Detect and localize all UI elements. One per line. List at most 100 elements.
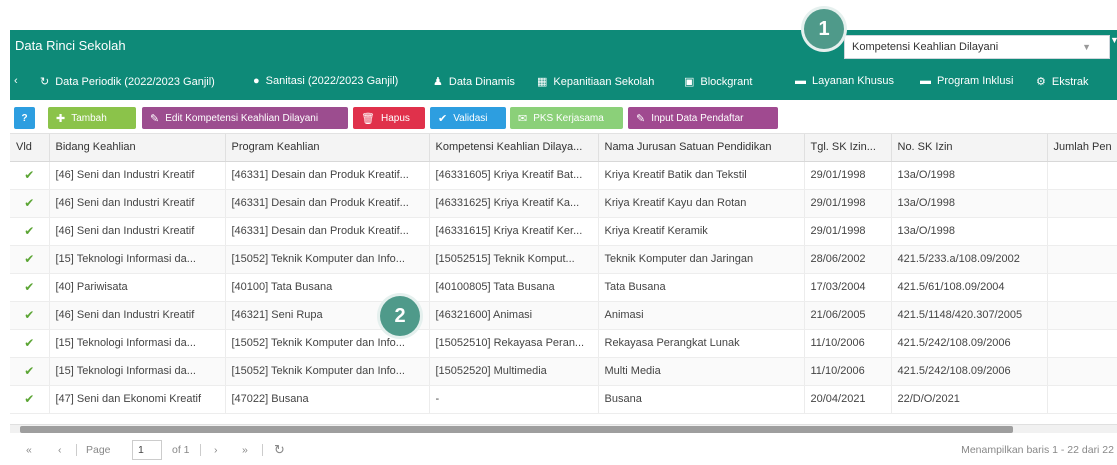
tab-program-inklusi[interactable]: ▬ Program Inklusi bbox=[920, 75, 1013, 87]
main-window: Data Rinci Sekolah Kompetensi Keahlian D… bbox=[10, 30, 1117, 465]
table-row[interactable]: ✔ [15] Teknologi Informasi da... [15052]… bbox=[10, 329, 1117, 358]
cell-tgl-sk: 21/06/2005 bbox=[804, 301, 892, 330]
tab-ekstrakurikuler[interactable]: ⚙ Ekstrak bbox=[1036, 75, 1089, 89]
cell-kompetensi: - bbox=[429, 385, 599, 414]
column-header-jumlah-pendaftar[interactable]: Jumlah Pen bbox=[1047, 134, 1117, 162]
tab-blockgrant[interactable]: ▣ Blockgrant bbox=[684, 75, 752, 89]
column-header-tgl-sk-izin[interactable]: Tgl. SK Izin... bbox=[804, 134, 892, 162]
cell-jumlah bbox=[1047, 357, 1117, 386]
table-row[interactable]: ✔ [40] Pariwisata [40100] Tata Busana [4… bbox=[10, 273, 1117, 302]
tab-layanan-khusus[interactable]: ▬ Layanan Khusus bbox=[795, 75, 894, 87]
valid-check-icon: ✔ bbox=[10, 217, 50, 246]
table-row[interactable]: ✔ [46] Seni dan Industri Kreatif [46331]… bbox=[10, 189, 1117, 218]
tab-data-periodik[interactable]: ↻ Data Periodik (2022/2023 Ganjil) bbox=[40, 75, 215, 89]
column-header-no-sk-izin[interactable]: No. SK Izin bbox=[891, 134, 1048, 162]
cell-jumlah bbox=[1047, 245, 1117, 274]
cell-kompetensi: [15052515] Teknik Komput... bbox=[429, 245, 599, 274]
cell-no-sk: 13a/O/1998 bbox=[891, 217, 1048, 246]
divider bbox=[262, 444, 263, 456]
delete-label: Hapus bbox=[380, 112, 410, 124]
table-row[interactable]: ✔ [46] Seni dan Industri Kreatif [46321]… bbox=[10, 301, 1117, 330]
cell-nama-jurusan: Busana bbox=[598, 385, 805, 414]
cell-no-sk: 421.5/61/108.09/2004 bbox=[891, 273, 1048, 302]
column-header-program-keahlian[interactable]: Program Keahlian bbox=[225, 134, 430, 162]
cell-bidang: [46] Seni dan Industri Kreatif bbox=[49, 217, 226, 246]
tab-scroll-left-icon[interactable]: ‹ bbox=[14, 75, 18, 87]
add-button[interactable]: ✚ Tambah bbox=[48, 107, 136, 129]
delete-button[interactable]: 🗑 Hapus bbox=[353, 107, 425, 129]
help-label: ? bbox=[21, 112, 28, 124]
valid-check-icon: ✔ bbox=[10, 329, 50, 358]
previous-page-icon[interactable]: ‹ bbox=[58, 444, 62, 456]
pencil-icon: ✎ bbox=[636, 112, 646, 125]
valid-check-icon: ✔ bbox=[10, 357, 50, 386]
cell-kompetensi: [15052520] Multimedia bbox=[429, 357, 599, 386]
section-select[interactable]: Kompetensi Keahlian Dilayani ▼ bbox=[844, 35, 1110, 59]
window-title: Data Rinci Sekolah bbox=[15, 38, 126, 53]
cell-nama-jurusan: Kriya Kreatif Keramik bbox=[598, 217, 805, 246]
column-header-vld[interactable]: Vld bbox=[10, 134, 50, 162]
cell-program: [15052] Teknik Komputer dan Info... bbox=[225, 357, 430, 386]
validate-button[interactable]: ✔ Validasi bbox=[430, 107, 506, 129]
table-row[interactable]: ✔ [46] Seni dan Industri Kreatif [46331]… bbox=[10, 161, 1117, 190]
cell-kompetensi: [46331615] Kriya Kreatif Ker... bbox=[429, 217, 599, 246]
valid-check-icon: ✔ bbox=[10, 245, 50, 274]
scrollbar-thumb[interactable] bbox=[20, 426, 1013, 433]
edit-label: Edit Kompetensi Keahlian Dilayani bbox=[165, 112, 319, 124]
help-button[interactable]: ? bbox=[14, 107, 35, 129]
valid-check-icon: ✔ bbox=[10, 161, 50, 190]
last-page-icon[interactable]: » bbox=[242, 444, 248, 456]
table-row[interactable]: ✔ [46] Seni dan Industri Kreatif [46331]… bbox=[10, 217, 1117, 246]
chevron-down-icon[interactable]: ▼ bbox=[1082, 42, 1091, 52]
cell-kompetensi: [46331605] Kriya Kreatif Bat... bbox=[429, 161, 599, 190]
cell-jumlah bbox=[1047, 273, 1117, 302]
horizontal-scrollbar[interactable] bbox=[10, 424, 1117, 433]
cell-nama-jurusan: Teknik Komputer dan Jaringan bbox=[598, 245, 805, 274]
dropdown-trigger-icon[interactable]: ▼ bbox=[1110, 35, 1117, 59]
cell-nama-jurusan: Animasi bbox=[598, 301, 805, 330]
column-header-bidang-keahlian[interactable]: Bidang Keahlian bbox=[49, 134, 226, 162]
section-select-value: Kompetensi Keahlian Dilayani bbox=[852, 41, 999, 53]
validate-label: Validasi bbox=[453, 112, 488, 124]
table-row[interactable]: ✔ [15] Teknologi Informasi da... [15052]… bbox=[10, 357, 1117, 386]
tab-kepanitiaan-sekolah[interactable]: ▦ Kepanitiaan Sekolah bbox=[537, 75, 654, 89]
trash-icon: 🗑 bbox=[361, 112, 375, 125]
cell-jumlah bbox=[1047, 217, 1117, 246]
cell-tgl-sk: 28/06/2002 bbox=[804, 245, 892, 274]
table-row[interactable]: ✔ [47] Seni dan Ekonomi Kreatif [47022] … bbox=[10, 385, 1117, 414]
table-row[interactable]: ✔ [15] Teknologi Informasi da... [15052]… bbox=[10, 245, 1117, 274]
edit-button[interactable]: ✎ Edit Kompetensi Keahlian Dilayani bbox=[142, 107, 348, 129]
cell-no-sk: 421.5/242/108.09/2006 bbox=[891, 357, 1048, 386]
cell-bidang: [40] Pariwisata bbox=[49, 273, 226, 302]
refresh-icon[interactable]: ↻ bbox=[274, 442, 285, 458]
cell-bidang: [15] Teknologi Informasi da... bbox=[49, 329, 226, 358]
cell-no-sk: 22/D/O/2021 bbox=[891, 385, 1048, 414]
water-drop-icon: ● bbox=[253, 75, 260, 87]
cell-program: [46331] Desain dan Produk Kreatif... bbox=[225, 189, 430, 218]
column-header-nama-jurusan[interactable]: Nama Jurusan Satuan Pendidikan bbox=[598, 134, 805, 162]
cell-bidang: [46] Seni dan Industri Kreatif bbox=[49, 301, 226, 330]
cell-kompetensi: [46321600] Animasi bbox=[429, 301, 599, 330]
valid-check-icon: ✔ bbox=[10, 385, 50, 414]
cell-tgl-sk: 20/04/2021 bbox=[804, 385, 892, 414]
cell-jumlah bbox=[1047, 301, 1117, 330]
tab-sanitasi[interactable]: ● Sanitasi (2022/2023 Ganjil) bbox=[253, 75, 398, 87]
cell-no-sk: 421.5/242/108.09/2006 bbox=[891, 329, 1048, 358]
cell-program: [47022] Busana bbox=[225, 385, 430, 414]
cell-nama-jurusan: Rekayasa Perangkat Lunak bbox=[598, 329, 805, 358]
tab-data-dinamis[interactable]: ♟ Data Dinamis bbox=[433, 75, 515, 89]
cell-tgl-sk: 17/03/2004 bbox=[804, 273, 892, 302]
cell-kompetensi: [40100805] Tata Busana bbox=[429, 273, 599, 302]
add-label: Tambah bbox=[71, 112, 107, 124]
cell-nama-jurusan: Multi Media bbox=[598, 357, 805, 386]
cell-kompetensi: [46331625] Kriya Kreatif Ka... bbox=[429, 189, 599, 218]
column-header-kompetensi-keahlian[interactable]: Kompetensi Keahlian Dilaya... bbox=[429, 134, 599, 162]
pks-button[interactable]: ✉ PKS Kerjasama bbox=[510, 107, 623, 129]
next-page-icon[interactable]: › bbox=[214, 444, 218, 456]
cell-nama-jurusan: Kriya Kreatif Kayu dan Rotan bbox=[598, 189, 805, 218]
cell-bidang: [15] Teknologi Informasi da... bbox=[49, 245, 226, 274]
first-page-icon[interactable]: « bbox=[26, 444, 32, 456]
input-applicant-button[interactable]: ✎ Input Data Pendaftar bbox=[628, 107, 778, 129]
rows-summary: Menampilkan baris 1 - 22 dari 22 bbox=[961, 444, 1114, 456]
page-number-input[interactable]: 1 bbox=[132, 440, 162, 460]
